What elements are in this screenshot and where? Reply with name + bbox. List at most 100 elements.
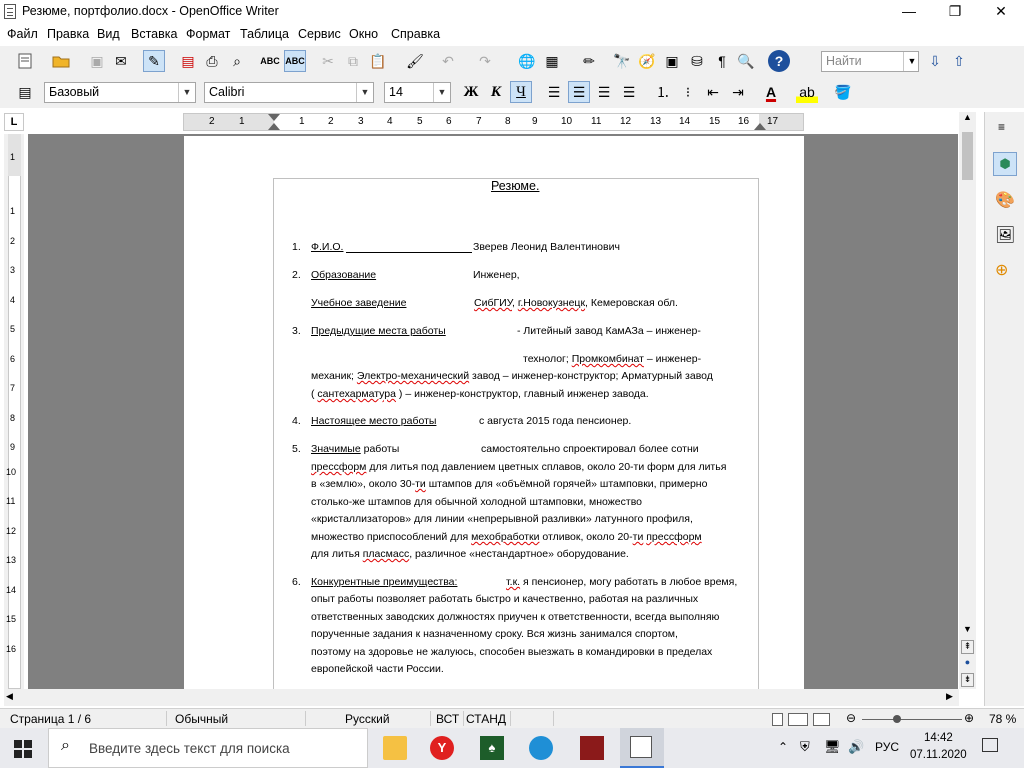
page-style[interactable]: Обычный: [175, 712, 228, 726]
scroll-down-icon[interactable]: ▼: [961, 624, 974, 638]
insert-mode[interactable]: ВСТ: [436, 712, 459, 726]
zoom-in-icon[interactable]: ⊕: [964, 711, 974, 725]
selection-mode[interactable]: СТАНД: [466, 712, 506, 726]
horizontal-ruler[interactable]: 2 1 1 2 3 4 5 6 7 8 9 10 11 12 13 14 15 …: [183, 113, 804, 131]
page-count[interactable]: Страница 1 / 6: [10, 712, 91, 726]
new-document-icon[interactable]: [14, 50, 36, 72]
navigator-icon[interactable]: ⊕: [995, 260, 1008, 280]
show-hidden-icons[interactable]: ⌃: [778, 740, 788, 754]
solitaire-icon[interactable]: ♠: [480, 736, 504, 760]
draw-functions-icon[interactable]: ✏: [578, 50, 600, 72]
vertical-ruler[interactable]: 1 1 2 3 4 5 6 7 8 9 10 11 12 13 14 15 16: [4, 134, 24, 689]
left-indent-marker[interactable]: [268, 123, 280, 130]
zoom-icon[interactable]: 🔍: [735, 50, 757, 72]
sidebar-menu-icon[interactable]: ≡: [998, 120, 1005, 134]
menu-help[interactable]: Справка: [391, 27, 440, 41]
font-size-select[interactable]: 14 ▼: [384, 82, 451, 103]
copy-icon[interactable]: ⧉: [342, 50, 364, 72]
input-language[interactable]: РУС: [875, 740, 899, 754]
styles-formatting-icon[interactable]: ▤: [14, 81, 36, 103]
align-left-icon[interactable]: ☰: [543, 81, 565, 103]
find-dropdown-arrow-icon[interactable]: ▼: [903, 52, 920, 71]
font-color-icon[interactable]: A: [760, 81, 782, 103]
openoffice-taskbar-button[interactable]: [620, 728, 664, 768]
bullets-icon[interactable]: ⁝: [677, 81, 699, 103]
spellcheck-icon[interactable]: ABC: [259, 50, 281, 72]
hyperlink-icon[interactable]: 🌐: [516, 50, 538, 72]
paste-icon[interactable]: 📋: [367, 50, 389, 72]
zoom-slider[interactable]: [862, 719, 962, 720]
file-explorer-icon[interactable]: [383, 736, 407, 760]
zoom-slider-thumb[interactable]: [893, 715, 901, 723]
vertical-scrollbar[interactable]: ▲ ▼ ⇞ ● ⇟: [959, 112, 976, 689]
undo-icon[interactable]: ↶: [437, 50, 459, 72]
chevron-down-icon[interactable]: ▼: [178, 83, 195, 102]
notifications-icon[interactable]: [982, 738, 998, 752]
scroll-left-icon[interactable]: ◀: [6, 691, 13, 702]
yandex-browser-icon[interactable]: Y: [430, 736, 454, 760]
justify-icon[interactable]: ☰: [618, 81, 640, 103]
edit-mode-icon[interactable]: ✎: [143, 50, 165, 72]
menu-file[interactable]: Файл: [7, 27, 38, 41]
autospellcheck-icon[interactable]: ABC: [284, 50, 306, 72]
paragraph-style-select[interactable]: Базовый ▼: [44, 82, 196, 103]
clock-time[interactable]: 14:42: [924, 732, 953, 744]
network-icon[interactable]: 🖥: [824, 739, 841, 755]
chevron-down-icon[interactable]: ▼: [433, 83, 450, 102]
align-right-icon[interactable]: ☰: [593, 81, 615, 103]
gallery-icon[interactable]: ▣: [661, 50, 683, 72]
properties-icon[interactable]: ⬢: [993, 152, 1017, 176]
taskbar-search-box[interactable]: ⌕ Введите здесь текст для поиска: [48, 728, 368, 768]
cut-icon[interactable]: ✂: [317, 50, 339, 72]
help-icon[interactable]: ?: [768, 50, 790, 72]
find-replace-icon[interactable]: 🔭: [611, 50, 633, 72]
print-icon[interactable]: ⎙: [201, 50, 223, 72]
navigation-icon[interactable]: ●: [961, 657, 974, 671]
italic-button[interactable]: К: [485, 81, 507, 103]
underline-button[interactable]: Ч: [510, 81, 532, 103]
edge-browser-icon[interactable]: [529, 736, 553, 760]
security-icon[interactable]: ⛨: [800, 739, 810, 755]
data-sources-icon[interactable]: ⛁: [686, 50, 708, 72]
tab-stop-selector[interactable]: L: [4, 113, 24, 131]
navigator-icon[interactable]: 🧭: [636, 50, 658, 72]
zoom-out-icon[interactable]: ⊖: [846, 711, 856, 725]
scroll-thumb[interactable]: [962, 132, 973, 180]
align-center-icon[interactable]: ☰: [568, 81, 590, 103]
decrease-indent-icon[interactable]: ⇤: [702, 81, 724, 103]
first-line-indent-marker[interactable]: [268, 114, 280, 121]
menu-view[interactable]: Вид: [97, 27, 120, 41]
menu-insert[interactable]: Вставка: [131, 27, 177, 41]
email-icon[interactable]: ✉: [110, 50, 132, 72]
right-indent-marker[interactable]: [754, 123, 766, 130]
menu-format[interactable]: Формат: [186, 27, 230, 41]
menu-edit[interactable]: Правка: [47, 27, 89, 41]
winrar-icon[interactable]: [580, 736, 604, 760]
single-page-view-icon[interactable]: [772, 713, 783, 726]
gallery-icon[interactable]: 🖼: [995, 225, 1015, 245]
clone-formatting-icon[interactable]: 🖌: [404, 50, 426, 72]
chevron-down-icon[interactable]: ▼: [356, 83, 373, 102]
menu-table[interactable]: Таблица: [240, 27, 289, 41]
table-icon[interactable]: ▦: [541, 50, 563, 72]
open-folder-icon[interactable]: [50, 50, 72, 72]
close-button[interactable]: ✕: [978, 0, 1024, 24]
windows-start-icon[interactable]: [14, 740, 32, 761]
formatting-marks-icon[interactable]: ¶: [711, 50, 733, 72]
find-previous-icon[interactable]: ⇧: [948, 50, 970, 72]
multi-page-view-icon[interactable]: [788, 713, 808, 726]
next-page-icon[interactable]: ⇟: [961, 673, 974, 687]
scroll-right-icon[interactable]: ▶: [946, 691, 953, 702]
highlight-icon[interactable]: ab: [796, 81, 818, 103]
bold-button[interactable]: Ж: [460, 81, 482, 103]
menu-window[interactable]: Окно: [349, 27, 378, 41]
minimize-button[interactable]: —: [886, 0, 932, 24]
find-next-icon[interactable]: ⇩: [924, 50, 946, 72]
maximize-button[interactable]: ❐: [932, 0, 978, 24]
horizontal-scrollbar[interactable]: ◀ ▶: [4, 689, 959, 706]
export-pdf-icon[interactable]: ▤: [177, 50, 199, 72]
previous-page-icon[interactable]: ⇞: [961, 640, 974, 654]
font-name-select[interactable]: Calibri ▼: [204, 82, 374, 103]
numbering-icon[interactable]: ⒈: [652, 81, 674, 103]
redo-icon[interactable]: ↷: [474, 50, 496, 72]
